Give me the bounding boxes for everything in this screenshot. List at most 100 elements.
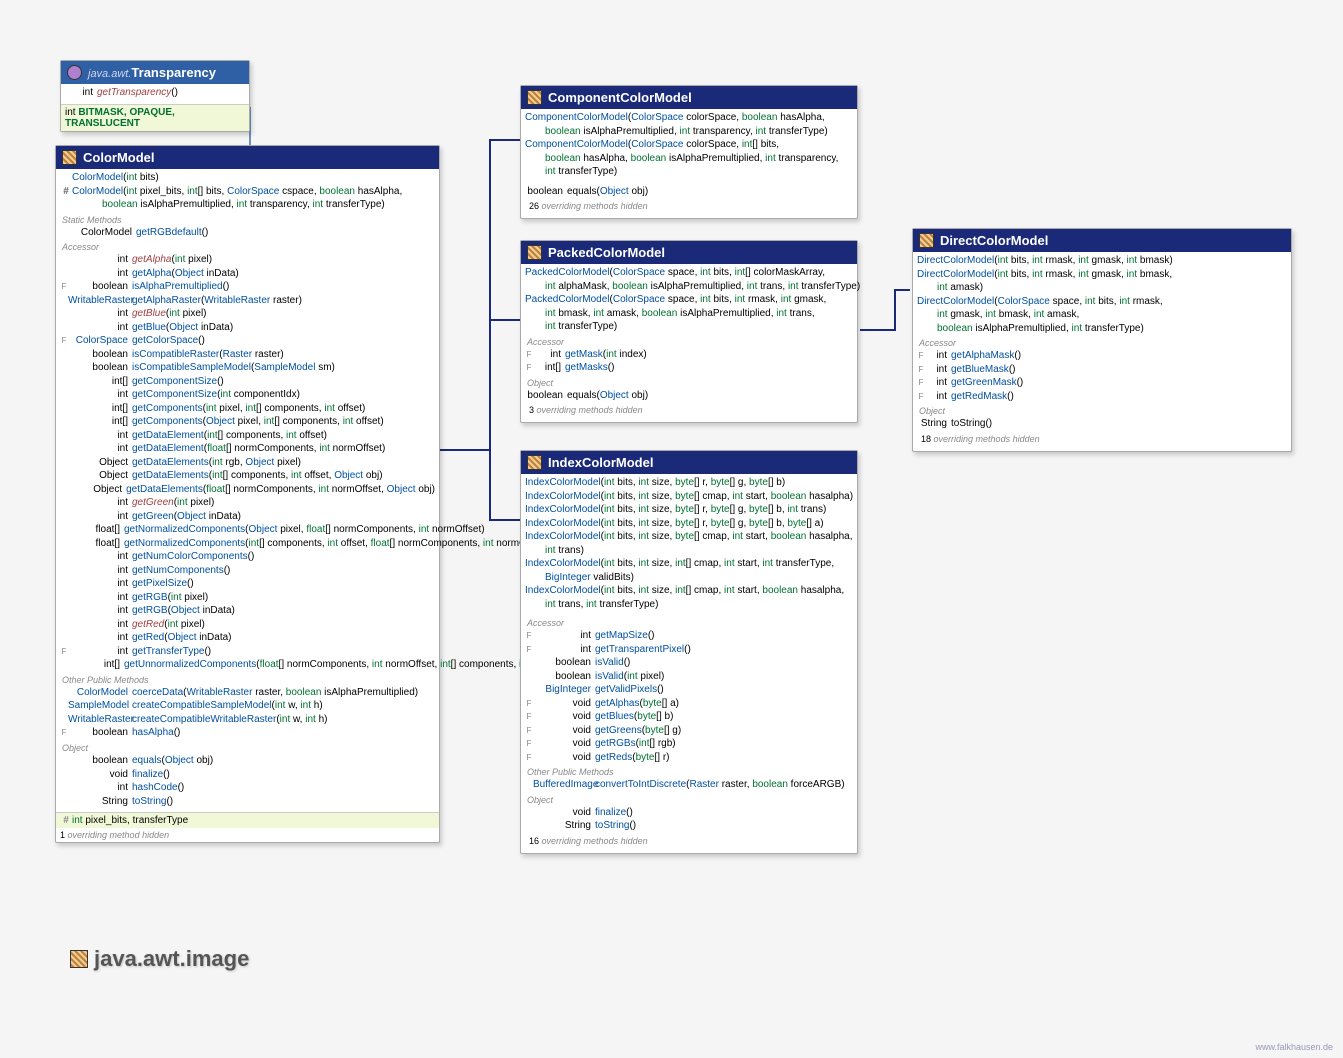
- class-icon: [527, 90, 542, 105]
- method-row: booleanequals (Object obj): [525, 389, 853, 403]
- method-row: intgetRed (int pixel): [60, 618, 435, 632]
- interface-icon: [67, 65, 82, 80]
- method-row: ColorModelgetRGBdefault(): [60, 226, 435, 240]
- class-icon: [527, 245, 542, 260]
- constructor-row: IndexColorModel (int bits, int size, byt…: [525, 517, 853, 531]
- method-row: FintgetGreenMask (): [917, 376, 1287, 390]
- class-directcolormodel: DirectColorModel DirectColorModel (int b…: [912, 228, 1292, 452]
- method-row: Fint[]getMasks (): [525, 361, 853, 375]
- method-row: intgetRed (Object inData): [60, 631, 435, 645]
- method-row: FColorSpacegetColorSpace (): [60, 334, 435, 348]
- constructor-row: ColorModel (int bits): [60, 171, 435, 185]
- constants-row: int BITMASK, OPAQUE, TRANSLUCENT: [61, 104, 249, 131]
- method-row: booleanisCompatibleSampleModel (SampleMo…: [60, 361, 435, 375]
- method-row: int[]getComponentSize (): [60, 375, 435, 389]
- method-name[interactable]: getTransparency: [97, 86, 171, 100]
- method-row: float[]getNormalizedComponents (Object p…: [60, 523, 435, 537]
- constructor-row: #ColorModel (int pixel_bits, int[] bits,…: [60, 185, 435, 199]
- method-row: int[]getUnnormalizedComponents (float[] …: [60, 658, 435, 672]
- method-row: intgetGreen (Object inData): [60, 510, 435, 524]
- method-row: FintgetMask (int index): [525, 348, 853, 362]
- overriding-note: 1 overriding method hidden: [56, 828, 439, 842]
- method-row: intgetRGB (int pixel): [60, 591, 435, 605]
- section-label: Accessor: [60, 239, 435, 253]
- method-row: ObjectgetDataElements (int[] components,…: [60, 469, 435, 483]
- method-row: intgetGreen (int pixel): [60, 496, 435, 510]
- method-row: int[]getComponents (int pixel, int[] com…: [60, 402, 435, 416]
- method-row: FintgetTransferType (): [60, 645, 435, 659]
- class-componentcolormodel: ComponentColorModel ComponentColorModel …: [520, 85, 858, 219]
- section-label: Object: [60, 740, 435, 754]
- constructor-row: IndexColorModel (int bits, int size, byt…: [525, 490, 853, 504]
- constructor-row: PackedColorModel (ColorSpace space, int …: [525, 293, 853, 307]
- method-row: intgetComponentSize (int componentIdx): [60, 388, 435, 402]
- constructor-row: IndexColorModel (int bits, int size, byt…: [525, 476, 853, 490]
- constructor-row: DirectColorModel (int bits, int rmask, i…: [917, 268, 1287, 282]
- package-icon: [70, 950, 88, 968]
- return-type: int: [77, 86, 97, 100]
- class-name: PackedColorModel: [548, 245, 665, 260]
- method-row: intgetAlpha (int pixel): [60, 253, 435, 267]
- constructor-row: IndexColorModel (int bits, int size, byt…: [525, 503, 853, 517]
- method-row: FintgetRedMask (): [917, 390, 1287, 404]
- package-prefix: java.awt.: [88, 68, 131, 80]
- constructor-row: IndexColorModel (int bits, int size, int…: [525, 584, 853, 598]
- method-row: FbooleanisAlphaPremultiplied (): [60, 280, 435, 294]
- method-row: intgetDataElement (float[] normComponent…: [60, 442, 435, 456]
- method-row: intgetAlpha (Object inData): [60, 267, 435, 281]
- method-row: int[]getComponents (Object pixel, int[] …: [60, 415, 435, 429]
- class-icon: [527, 455, 542, 470]
- method-row: ObjectgetDataElements (float[] normCompo…: [60, 483, 435, 497]
- class-packedcolormodel: PackedColorModel PackedColorModel (Color…: [520, 240, 858, 423]
- class-name: DirectColorModel: [940, 233, 1048, 248]
- class-name: ColorModel: [83, 150, 155, 165]
- method-row: StringtoString (): [60, 795, 435, 809]
- method-row: FintgetMapSize (): [525, 629, 853, 643]
- method-row: BigIntegergetValidPixels (): [525, 683, 853, 697]
- constructor-row: IndexColorModel (int bits, int size, byt…: [525, 530, 853, 544]
- method-row: StringtoString (): [917, 417, 1287, 431]
- constructor-row: ComponentColorModel (ColorSpace colorSpa…: [525, 111, 853, 125]
- method-row: FbooleanhasAlpha (): [60, 726, 435, 740]
- class-indexcolormodel: IndexColorModel IndexColorModel (int bit…: [520, 450, 858, 854]
- constructor-row: DirectColorModel (ColorSpace space, int …: [917, 295, 1287, 309]
- class-header: ColorModel: [56, 146, 439, 169]
- class-transparency: java.awt.Transparency int getTransparenc…: [60, 60, 250, 132]
- section-label: Static Methods: [60, 212, 435, 226]
- method-row: BufferedImageconvertToIntDiscrete (Raste…: [525, 778, 853, 792]
- constructor-row: ComponentColorModel (ColorSpace colorSpa…: [525, 138, 853, 152]
- method-row: FvoidgetBlues (byte[] b): [525, 710, 853, 724]
- constructor-row: IndexColorModel (int bits, int size, int…: [525, 557, 853, 571]
- method-row: float[]getNormalizedComponents (int[] co…: [60, 537, 435, 551]
- method-row: intgetDataElement (int[] components, int…: [60, 429, 435, 443]
- method-row: WritableRastergetAlphaRaster (WritableRa…: [60, 294, 435, 308]
- method-row: FintgetBlueMask (): [917, 363, 1287, 377]
- package-label: java.awt.image: [70, 946, 249, 972]
- method-row: voidfinalize (): [60, 768, 435, 782]
- method-row: booleanisCompatibleRaster (Raster raster…: [60, 348, 435, 362]
- method-row: voidfinalize (): [525, 806, 853, 820]
- method-row: FvoidgetRGBs (int[] rgb): [525, 737, 853, 751]
- method-row: intgetBlue (int pixel): [60, 307, 435, 321]
- method-row: intgetPixelSize (): [60, 577, 435, 591]
- method-row: FintgetTransparentPixel (): [525, 643, 853, 657]
- method-row: intgetNumColorComponents (): [60, 550, 435, 564]
- method-row: FvoidgetGreens (byte[] g): [525, 724, 853, 738]
- method-row: booleanisValid (): [525, 656, 853, 670]
- constructor-row: PackedColorModel (ColorSpace space, int …: [525, 266, 853, 280]
- class-name: IndexColorModel: [548, 455, 653, 470]
- method-row: booleanisValid (int pixel): [525, 670, 853, 684]
- method-row: booleanequals (Object obj): [60, 754, 435, 768]
- method-row: intgetNumComponents (): [60, 564, 435, 578]
- method-row: FintgetAlphaMask (): [917, 349, 1287, 363]
- footer-link[interactable]: www.falkhausen.de: [1255, 1042, 1333, 1052]
- method-row: ColorModelcoerceData (WritableRaster ras…: [60, 686, 435, 700]
- class-icon: [62, 150, 77, 165]
- class-icon: [919, 233, 934, 248]
- method-row: intgetBlue (Object inData): [60, 321, 435, 335]
- class-name: Transparency: [131, 65, 216, 80]
- method-row: SampleModelcreateCompatibleSampleModel (…: [60, 699, 435, 713]
- method-row: intgetRGB (Object inData): [60, 604, 435, 618]
- method-row: WritableRastercreateCompatibleWritableRa…: [60, 713, 435, 727]
- constructor-row: DirectColorModel (int bits, int rmask, i…: [917, 254, 1287, 268]
